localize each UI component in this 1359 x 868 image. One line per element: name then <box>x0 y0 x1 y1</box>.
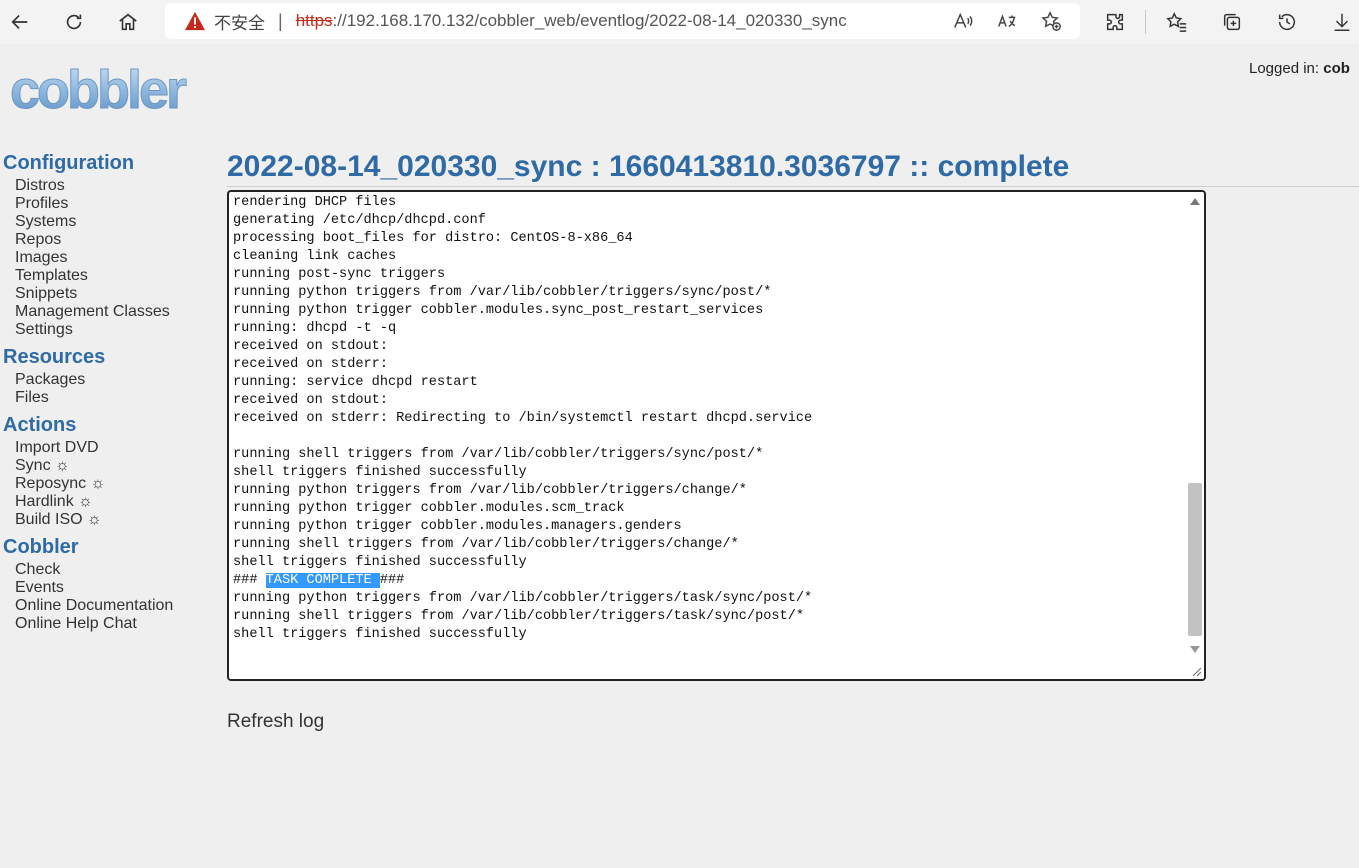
history-icon[interactable] <box>1271 6 1303 38</box>
sidebar-item-import-dvd[interactable]: Import DVD <box>15 439 218 457</box>
log-line: running shell triggers from /var/lib/cob… <box>233 537 739 552</box>
sidebar-item-management-classes[interactable]: Management Classes <box>15 303 218 321</box>
log-line: received on stderr: Redirecting to /bin/… <box>233 411 813 426</box>
sidebar-item-profiles[interactable]: Profiles <box>15 195 218 213</box>
sidebar-item-settings[interactable]: Settings <box>15 321 218 339</box>
log-line: running python trigger cobbler.modules.s… <box>233 303 764 318</box>
browser-toolbar: 不安全 | https://192.168.170.132/cobbler_we… <box>0 0 1359 44</box>
sidebar-item-hardlink[interactable]: Hardlink ☼ <box>15 493 218 511</box>
sidebar-item-templates[interactable]: Templates <box>15 267 218 285</box>
log-line: running python triggers from /var/lib/co… <box>233 591 813 606</box>
log-line: cleaning link caches <box>233 249 397 264</box>
sidebar: Configuration Distros Profiles Systems R… <box>3 151 218 639</box>
sidebar-heading: Resources <box>3 346 106 368</box>
log-line: received on stdout: <box>233 339 388 354</box>
address-bar[interactable]: 不安全 | https://192.168.170.132/cobbler_we… <box>165 3 1080 39</box>
sidebar-item-reposync[interactable]: Reposync ☼ <box>15 475 218 493</box>
sidebar-item-online-help-chat[interactable]: Online Help Chat <box>15 615 218 633</box>
log-line: running python triggers from /var/lib/co… <box>233 483 747 498</box>
log-line: shell triggers finished successfully <box>233 465 527 480</box>
log-line: running post-sync triggers <box>233 267 446 282</box>
log-content[interactable]: rendering DHCP files generating /etc/dhcp… <box>233 194 1184 644</box>
favorites-icon[interactable] <box>1161 6 1193 38</box>
log-line: processing boot_files for distro: CentOS… <box>233 231 633 246</box>
security-label[interactable]: 不安全 <box>214 9 265 34</box>
selected-text: TASK COMPLETE <box>265 573 380 588</box>
scrollbar-thumb[interactable] <box>1188 483 1202 636</box>
scroll-up-icon[interactable] <box>1190 198 1200 205</box>
home-icon[interactable] <box>112 6 144 38</box>
collections-icon[interactable] <box>1216 6 1248 38</box>
read-aloud-icon[interactable] <box>948 6 978 36</box>
add-favorite-icon[interactable] <box>1036 6 1066 36</box>
log-line: generating /etc/dhcp/dhcpd.conf <box>233 213 486 228</box>
log-scrollbar[interactable] <box>1186 192 1204 679</box>
log-line: received on stdout: <box>233 393 388 408</box>
url-protocol: https <box>295 11 333 30</box>
scroll-down-icon[interactable] <box>1190 646 1200 653</box>
sidebar-item-files[interactable]: Files <box>15 389 218 407</box>
svg-text:cobbler: cobbler <box>10 60 187 120</box>
logged-in-user: cob <box>1323 60 1350 77</box>
log-line: running python trigger cobbler.modules.s… <box>233 501 625 516</box>
back-icon[interactable] <box>4 6 36 38</box>
url-path: ://192.168.170.132/cobbler_web/eventlog/… <box>332 11 847 30</box>
log-line: running python trigger cobbler.modules.m… <box>233 519 682 534</box>
log-line: rendering DHCP files <box>233 195 397 210</box>
sidebar-item-repos[interactable]: Repos <box>15 231 218 249</box>
log-line: shell triggers finished successfully <box>233 627 527 642</box>
logged-in-status: Logged in: cob <box>1249 60 1350 77</box>
resize-grip-icon[interactable] <box>1190 665 1202 677</box>
page-title: 2022-08-14_020330_sync : 1660413810.3036… <box>227 150 1070 183</box>
refresh-log-link[interactable]: Refresh log <box>227 711 324 733</box>
sidebar-section-actions: Actions Import DVD Sync ☼ Reposync ☼ Har… <box>3 413 218 529</box>
sidebar-item-systems[interactable]: Systems <box>15 213 218 231</box>
log-line: running shell triggers from /var/lib/cob… <box>233 447 764 462</box>
refresh-icon[interactable] <box>58 6 90 38</box>
sidebar-item-build-iso[interactable]: Build ISO ☼ <box>15 511 218 529</box>
sidebar-item-distros[interactable]: Distros <box>15 177 218 195</box>
log-line: running: dhcpd -t -q <box>233 321 397 336</box>
sidebar-heading: Configuration <box>3 152 135 174</box>
log-line: shell triggers finished successfully <box>233 555 527 570</box>
event-log-textarea[interactable]: rendering DHCP files generating /etc/dhcp… <box>227 190 1206 681</box>
sidebar-item-events[interactable]: Events <box>15 579 218 597</box>
downloads-icon[interactable] <box>1326 6 1358 38</box>
sidebar-section-cobbler: Cobbler Check Events Online Documentatio… <box>3 535 218 633</box>
log-line: received on stderr: <box>233 357 388 372</box>
extensions-icon[interactable] <box>1099 6 1131 38</box>
title-divider <box>227 186 1359 187</box>
sidebar-section-configuration: Configuration Distros Profiles Systems R… <box>3 151 218 339</box>
log-line: running shell triggers from /var/lib/cob… <box>233 609 805 624</box>
sidebar-heading: Actions <box>3 414 77 436</box>
toolbar-divider <box>1145 10 1146 34</box>
svg-text:cobbler: cobbler <box>10 130 187 136</box>
warning-icon[interactable] <box>184 11 206 31</box>
address-separator: | <box>278 10 283 31</box>
sidebar-item-images[interactable]: Images <box>15 249 218 267</box>
sidebar-section-resources: Resources Packages Files <box>3 345 218 407</box>
log-line: ### TASK COMPLETE ### <box>233 573 405 588</box>
logged-in-label: Logged in: <box>1249 60 1320 77</box>
translate-icon[interactable] <box>992 6 1022 36</box>
sidebar-item-snippets[interactable]: Snippets <box>15 285 218 303</box>
sidebar-heading: Cobbler <box>3 536 79 558</box>
url-text[interactable]: https://192.168.170.132/cobbler_web/even… <box>296 11 847 31</box>
sidebar-item-check[interactable]: Check <box>15 561 218 579</box>
sidebar-item-packages[interactable]: Packages <box>15 371 218 389</box>
log-line: running python triggers from /var/lib/co… <box>233 285 772 300</box>
cobbler-logo[interactable]: cobbler cobbler <box>8 58 226 137</box>
sidebar-item-online-documentation[interactable]: Online Documentation <box>15 597 218 615</box>
log-line: running: service dhcpd restart <box>233 375 478 390</box>
sidebar-item-sync[interactable]: Sync ☼ <box>15 457 218 475</box>
